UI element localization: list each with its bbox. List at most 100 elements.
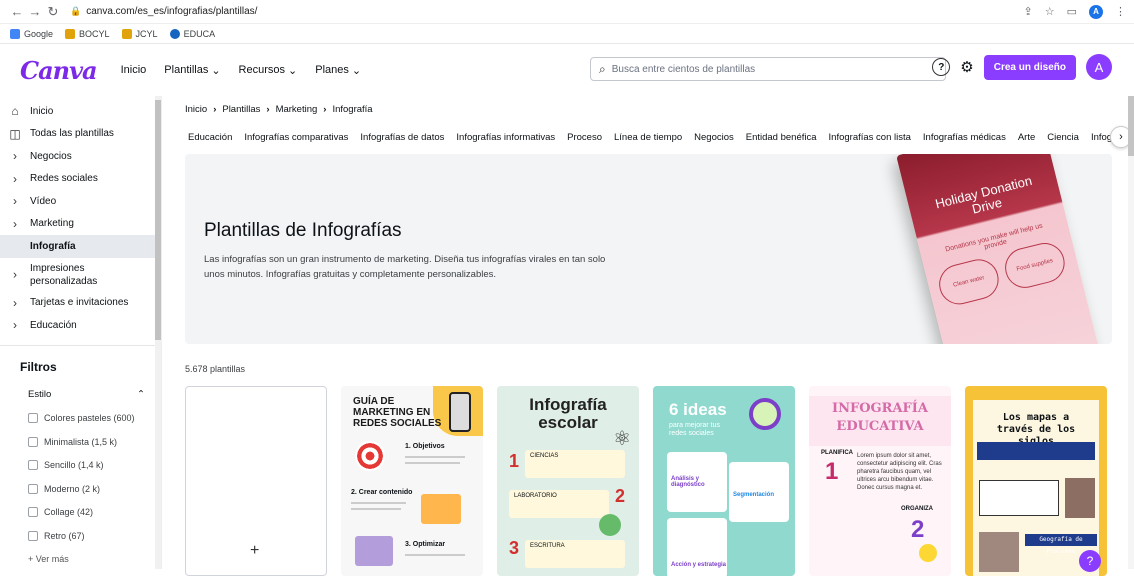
bookmark-educa[interactable]: EDUCA: [169, 28, 215, 39]
create-design-button[interactable]: Crea un diseño: [983, 54, 1076, 80]
star-icon[interactable]: ☆: [1045, 5, 1055, 18]
hero-card-item2: Food supplies: [1000, 238, 1069, 293]
nav-inicio[interactable]: Inicio: [121, 64, 147, 77]
hero-template-image: Holiday Donation Drive Donations you mak…: [896, 154, 1100, 344]
template-card-mapas[interactable]: Los mapas a través de los siglos Geograf…: [965, 386, 1107, 576]
template-card-escolar[interactable]: Infografía escolar ⚛ 1 CIENCIAS LABORATO…: [497, 386, 639, 576]
sidepanel-icon[interactable]: ▭: [1067, 5, 1077, 18]
see-more-link[interactable]: + Ver más: [0, 548, 161, 570]
gear-icon[interactable]: ⚙: [960, 58, 973, 76]
template-section: Análisis y diagnóstico: [667, 452, 727, 512]
step-number: 2: [911, 516, 925, 543]
sidebar-scrollbar[interactable]: [155, 96, 161, 569]
sidebar-item-marketing[interactable]: › Marketing: [0, 213, 161, 236]
bookmark-google[interactable]: Google: [10, 28, 53, 39]
checkbox[interactable]: [28, 530, 38, 541]
template-text: Lorem ipsum dolor sit amet, consectetur …: [857, 453, 942, 491]
chevron-right-icon: ›: [13, 194, 17, 209]
chip-negocios[interactable]: Negocios: [691, 129, 737, 149]
filter-checkbox[interactable]: Moderno (2 k): [0, 477, 161, 501]
chip-informativas[interactable]: Infografías informativas: [453, 129, 558, 149]
chip-linea-tiempo[interactable]: Línea de tiempo: [611, 129, 685, 149]
chip-lista[interactable]: Infografías con lista: [826, 129, 914, 149]
address-bar[interactable]: 🔒 canva.com/es_es/infografias/plantillas…: [70, 6, 257, 17]
chevron-right-icon: ›: [13, 149, 17, 164]
chip-educacion[interactable]: Educación: [185, 129, 235, 149]
template-card-ideas[interactable]: 6 ideas para mejorar tus redes sociales …: [653, 386, 795, 576]
template-card-educativa[interactable]: INFOGRAFÍA EDUCATIVA PLANIFICA 1 Lorem i…: [809, 386, 951, 576]
breadcrumb-marketing[interactable]: Marketing: [276, 104, 318, 115]
checkbox[interactable]: [28, 460, 38, 471]
filter-checkbox[interactable]: Colores pasteles (600): [0, 407, 161, 431]
text-line: [405, 462, 460, 464]
page-scrollbar[interactable]: [1128, 96, 1134, 569]
nav-plantillas[interactable]: Plantillas ⌄: [164, 64, 220, 77]
sidebar-scroll-thumb[interactable]: [155, 100, 161, 340]
share-icon[interactable]: ⇪: [1024, 5, 1033, 18]
create-blank-card[interactable]: +: [185, 386, 327, 576]
chevron-down-icon: ⌄: [211, 64, 221, 77]
main-content: Inicio › Plantillas › Marketing › Infografí…: [170, 96, 1134, 576]
google-icon: [10, 28, 20, 39]
checkbox[interactable]: [28, 507, 38, 518]
page-scroll-thumb[interactable]: [1128, 96, 1134, 156]
chevron-down-icon: ⌄: [351, 64, 362, 77]
reload-icon[interactable]: ↻: [44, 4, 62, 20]
sidebar-item-inicio[interactable]: ⌂ Inicio: [0, 100, 161, 123]
template-card-marketing[interactable]: GUÍA DE MARKETING EN REDES SOCIALES 1. O…: [341, 386, 483, 576]
chip-comparativas[interactable]: Infografías comparativas: [241, 129, 351, 149]
bookmark-jcyl[interactable]: JCYL: [121, 28, 158, 39]
sidebar-item-tarjetas[interactable]: › Tarjetas e invitaciones: [0, 292, 161, 315]
filter-checkbox[interactable]: Sencillo (1,4 k): [0, 454, 161, 478]
nav-recursos[interactable]: Recursos ⌄: [239, 64, 298, 77]
step-label: ORGANIZA: [901, 506, 933, 512]
desk-illustration: [421, 494, 461, 524]
bookmark-bocyl[interactable]: BOCYL: [65, 28, 110, 39]
map-image: [1065, 478, 1095, 518]
forward-icon[interactable]: →: [26, 4, 44, 19]
template-section: ESCRITURA: [525, 540, 625, 568]
chip-benefica[interactable]: Entidad benéfica: [743, 129, 820, 149]
nav-planes[interactable]: Planes ⌄: [315, 64, 361, 77]
canva-logo[interactable]: Canva: [20, 56, 98, 85]
template-title: INFOGRAFÍA EDUCATIVA: [832, 401, 928, 434]
template-grid: + GUÍA DE MARKETING EN REDES SOCIALES 1.…: [185, 386, 1107, 576]
filters-title: Filtros: [0, 344, 161, 383]
checkbox[interactable]: [28, 436, 38, 447]
breadcrumb-separator-icon: ›: [323, 104, 327, 115]
sidebar-item-impresiones[interactable]: › Impresiones personalizadas: [0, 258, 161, 292]
breadcrumb-plantillas[interactable]: Plantillas: [222, 104, 260, 115]
help-button[interactable]: ?: [932, 58, 951, 76]
chip-ciencia[interactable]: Ciencia: [1044, 129, 1082, 149]
search-input[interactable]: ⌕ Busca entre cientos de plantillas: [590, 57, 946, 81]
hero-card-title: Holiday Donation Drive: [933, 172, 1034, 217]
filter-checkbox[interactable]: Collage (42): [0, 501, 161, 525]
menu-icon[interactable]: ⋮: [1115, 5, 1126, 18]
chip-arte[interactable]: Arte: [1015, 129, 1038, 149]
sidebar-item-redes[interactable]: › Redes sociales: [0, 168, 161, 191]
chip-proceso[interactable]: Proceso: [564, 129, 605, 149]
template-subtitle: para mejorar tus redes sociales: [669, 422, 720, 437]
filter-checkbox[interactable]: Retro (67): [0, 524, 161, 548]
avatar[interactable]: A: [1086, 54, 1112, 80]
sidebar-item-infografia[interactable]: Infografía: [0, 235, 161, 258]
search-placeholder: Busca entre cientos de plantillas: [611, 63, 756, 75]
chip-medicas[interactable]: Infografías médicas: [920, 129, 1009, 149]
flask-icon: [599, 514, 621, 536]
chevron-right-icon: ›: [13, 295, 17, 310]
sidebar-item-video[interactable]: › Vídeo: [0, 190, 161, 213]
chip-datos[interactable]: Infografías de datos: [357, 129, 447, 149]
profile-avatar[interactable]: A: [1089, 4, 1103, 19]
breadcrumb-inicio[interactable]: Inicio: [185, 104, 207, 115]
sidebar-item-educacion[interactable]: › Educación: [0, 314, 161, 337]
sidebar-item-negocios[interactable]: › Negocios: [0, 145, 161, 168]
sidebar-item-todas[interactable]: ◫ Todas las plantillas: [0, 123, 161, 146]
filter-checkbox[interactable]: Minimalista (1,5 k): [0, 430, 161, 454]
folder-icon: [65, 28, 76, 39]
checkbox[interactable]: [28, 413, 38, 424]
style-filter-toggle[interactable]: Estilo ⌃: [0, 383, 161, 407]
breadcrumb-infografia[interactable]: Infografía: [332, 104, 372, 115]
checkbox[interactable]: [28, 483, 38, 494]
chevron-right-icon: ›: [13, 267, 17, 281]
back-icon[interactable]: ←: [8, 4, 26, 19]
